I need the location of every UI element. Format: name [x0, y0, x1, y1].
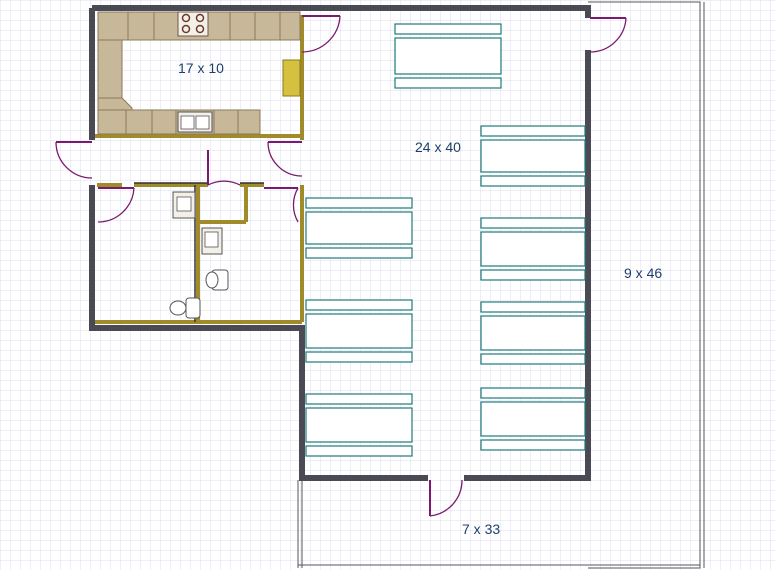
porch-bottom-label: 7 x 33 — [462, 521, 500, 537]
bed-icon — [394, 23, 502, 89]
bath-sink-icon — [172, 191, 196, 219]
bed-icon — [480, 125, 586, 187]
porch-right-label: 9 x 46 — [624, 265, 662, 281]
bath-sink-icon-2 — [201, 227, 223, 255]
bed-icon — [305, 393, 413, 457]
bed-icon — [480, 301, 586, 365]
bed-icon — [305, 197, 413, 259]
bed-icon — [480, 387, 586, 451]
bed-icon — [305, 299, 413, 363]
counter-left — [97, 39, 123, 99]
sink-icon — [177, 111, 213, 133]
bed-icon — [480, 217, 586, 281]
main-room-label: 24 x 40 — [415, 139, 461, 155]
stove-icon — [177, 11, 209, 37]
kitchen-label: 17 x 10 — [178, 60, 224, 76]
kitchen-appliance — [282, 59, 301, 97]
floor-plan: 17 x 10 24 x 40 9 x 46 7 x 33 — [0, 0, 775, 570]
toilet-icon — [205, 269, 229, 291]
